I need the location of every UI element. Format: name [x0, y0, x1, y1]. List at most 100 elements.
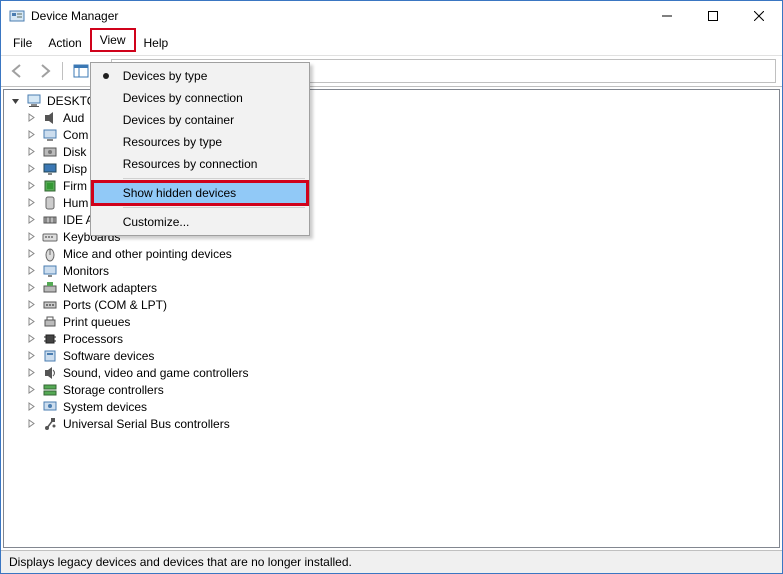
expander-closed-icon[interactable]	[26, 248, 37, 259]
disk-icon	[42, 144, 58, 160]
toolbar-showhide-button[interactable]	[70, 60, 92, 82]
node-label: Monitors	[63, 264, 109, 278]
dd-label: Devices by type	[119, 69, 208, 83]
toolbar-back-button[interactable]	[7, 60, 29, 82]
view-dropdown: Devices by type Devices by connection De…	[90, 62, 310, 236]
panel-icon	[73, 63, 89, 79]
menu-file[interactable]: File	[5, 33, 40, 53]
status-text: Displays legacy devices and devices that…	[9, 555, 352, 569]
arrow-left-icon	[10, 63, 26, 79]
node-label: Ports (COM & LPT)	[63, 298, 167, 312]
expander-closed-icon[interactable]	[26, 367, 37, 378]
node-label: Processors	[63, 332, 123, 346]
tree-category-processor[interactable]: Processors	[8, 330, 775, 347]
software-icon	[42, 348, 58, 364]
node-label: Print queues	[63, 315, 130, 329]
node-label: Universal Serial Bus controllers	[63, 417, 230, 431]
expander-closed-icon[interactable]	[26, 129, 37, 140]
node-label: Hum	[63, 196, 88, 210]
keyboard-icon	[42, 229, 58, 245]
minimize-button[interactable]	[644, 1, 690, 31]
expander-closed-icon[interactable]	[26, 214, 37, 225]
dropdown-separator	[123, 207, 305, 208]
expander-closed-icon[interactable]	[26, 146, 37, 157]
menu-help[interactable]: Help	[136, 33, 177, 53]
tree-category-storage[interactable]: Storage controllers	[8, 381, 775, 398]
firmware-icon	[42, 178, 58, 194]
radio-indicator	[93, 73, 119, 79]
tree-category-monitor[interactable]: Monitors	[8, 262, 775, 279]
device-manager-window: Device Manager File Action View Devices …	[0, 0, 783, 574]
computer-icon	[26, 93, 42, 109]
title-left: Device Manager	[9, 8, 118, 24]
computer-icon	[42, 127, 58, 143]
expander-closed-icon[interactable]	[26, 299, 37, 310]
arrow-right-icon	[36, 63, 52, 79]
dd-resources-by-type[interactable]: Resources by type	[93, 131, 307, 153]
node-label: Aud	[63, 111, 84, 125]
mouse-icon	[42, 246, 58, 262]
dd-label: Devices by container	[119, 113, 234, 127]
expander-closed-icon[interactable]	[26, 197, 37, 208]
tree-category-software[interactable]: Software devices	[8, 347, 775, 364]
expander-closed-icon[interactable]	[26, 112, 37, 123]
ide-icon	[42, 212, 58, 228]
menu-view[interactable]: View	[90, 28, 136, 52]
menubar: File Action View Devices by type Devices…	[1, 31, 782, 56]
node-label: System devices	[63, 400, 147, 414]
dd-label: Show hidden devices	[119, 186, 236, 200]
app-icon	[9, 8, 25, 24]
menu-action[interactable]: Action	[40, 33, 89, 53]
window-title: Device Manager	[31, 9, 118, 23]
close-button[interactable]	[736, 1, 782, 31]
dd-customize[interactable]: Customize...	[93, 211, 307, 233]
tree-category-printer[interactable]: Print queues	[8, 313, 775, 330]
node-label: Disk	[63, 145, 86, 159]
processor-icon	[42, 331, 58, 347]
expander-closed-icon[interactable]	[26, 418, 37, 429]
dd-devices-by-container[interactable]: Devices by container	[93, 109, 307, 131]
tree-category-sound[interactable]: Sound, video and game controllers	[8, 364, 775, 381]
node-label: Storage controllers	[63, 383, 164, 397]
expander-closed-icon[interactable]	[26, 401, 37, 412]
expander-open-icon[interactable]	[10, 95, 21, 106]
display-icon	[42, 161, 58, 177]
dd-devices-by-type[interactable]: Devices by type	[93, 65, 307, 87]
node-label: Software devices	[63, 349, 154, 363]
expander-closed-icon[interactable]	[26, 316, 37, 327]
dd-devices-by-connection[interactable]: Devices by connection	[93, 87, 307, 109]
system-icon	[42, 399, 58, 415]
tree-category-mouse[interactable]: Mice and other pointing devices	[8, 245, 775, 262]
hid-icon	[42, 195, 58, 211]
expander-closed-icon[interactable]	[26, 163, 37, 174]
dd-label: Devices by connection	[119, 91, 243, 105]
network-icon	[42, 280, 58, 296]
tree-category-port[interactable]: Ports (COM & LPT)	[8, 296, 775, 313]
expander-closed-icon[interactable]	[26, 265, 37, 276]
dd-show-hidden-devices[interactable]: Show hidden devices	[93, 182, 307, 204]
statusbar: Displays legacy devices and devices that…	[1, 551, 782, 573]
expander-closed-icon[interactable]	[26, 333, 37, 344]
dd-label: Resources by type	[119, 135, 222, 149]
usb-icon	[42, 416, 58, 432]
expander-closed-icon[interactable]	[26, 180, 37, 191]
node-label: Sound, video and game controllers	[63, 366, 248, 380]
node-label: Firm	[63, 179, 87, 193]
tree-category-network[interactable]: Network adapters	[8, 279, 775, 296]
expander-closed-icon[interactable]	[26, 350, 37, 361]
dd-resources-by-connection[interactable]: Resources by connection	[93, 153, 307, 175]
port-icon	[42, 297, 58, 313]
maximize-button[interactable]	[690, 1, 736, 31]
tree-category-usb[interactable]: Universal Serial Bus controllers	[8, 415, 775, 432]
expander-closed-icon[interactable]	[26, 384, 37, 395]
toolbar-forward-button[interactable]	[33, 60, 55, 82]
printer-icon	[42, 314, 58, 330]
expander-closed-icon[interactable]	[26, 231, 37, 242]
expander-closed-icon[interactable]	[26, 282, 37, 293]
node-label: Network adapters	[63, 281, 157, 295]
window-controls	[644, 1, 782, 31]
node-label: Mice and other pointing devices	[63, 247, 232, 261]
sound-icon	[42, 365, 58, 381]
node-label: Disp	[63, 162, 87, 176]
tree-category-system[interactable]: System devices	[8, 398, 775, 415]
